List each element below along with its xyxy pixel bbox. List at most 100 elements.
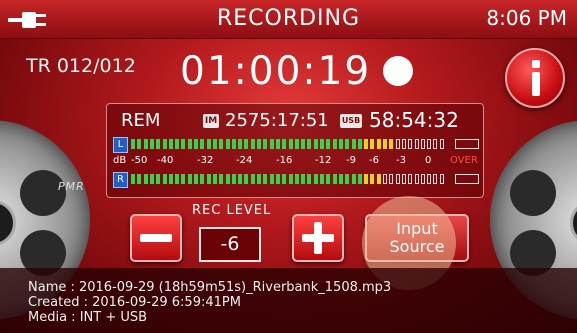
- info-icon: [532, 60, 540, 68]
- rec-level-label: REC LEVEL: [192, 203, 272, 218]
- meter-segment: [288, 174, 293, 184]
- meter-segment: [364, 174, 369, 184]
- rec-level-increase-button[interactable]: [292, 214, 344, 262]
- meter-segment: [181, 139, 186, 149]
- clock: 8:06 PM: [486, 6, 567, 30]
- right-level-meter: [131, 174, 451, 184]
- meter-segment: [294, 174, 299, 184]
- meter-segment: [282, 139, 287, 149]
- meter-segment: [332, 139, 337, 149]
- meter-segment: [389, 174, 394, 184]
- meter-segment: [414, 139, 419, 149]
- meter-segment: [282, 174, 287, 184]
- left-level-meter: [131, 139, 451, 149]
- meter-segment: [414, 174, 419, 184]
- meter-segment: [143, 174, 148, 184]
- meter-segment: [345, 139, 350, 149]
- meter-segment: [194, 139, 198, 149]
- meter-segment: [206, 174, 211, 184]
- meter-segment: [168, 139, 173, 149]
- meter-segment: [420, 139, 425, 149]
- meter-segment: [212, 174, 217, 184]
- meter-segment: [301, 139, 306, 149]
- meter-segment: [244, 174, 249, 184]
- meter-segment: [168, 174, 173, 184]
- meter-scale-label: 0: [425, 155, 432, 166]
- reel-hub: [570, 200, 577, 246]
- meter-segment: [395, 174, 400, 184]
- internal-remaining-time: 2575:17:51: [225, 110, 329, 131]
- internal-memory-icon: IM: [203, 114, 219, 128]
- elapsed-timer: 01:00:19: [180, 49, 372, 94]
- meter-segment: [200, 174, 205, 184]
- meter-scale-label: dB: [113, 155, 127, 166]
- meter-scale-label: -32: [197, 155, 214, 166]
- meter-segment: [149, 174, 154, 184]
- meter-segment: [427, 174, 432, 184]
- meter-segment: [137, 174, 142, 184]
- rec-level-decrease-button[interactable]: [130, 214, 182, 262]
- meter-segment: [389, 139, 394, 149]
- left-channel-tag: L: [113, 137, 128, 153]
- right-channel-tag: R: [113, 172, 128, 188]
- meter-segment: [320, 174, 324, 184]
- rec-level-value: -6: [199, 227, 261, 262]
- meter-segment: [231, 139, 236, 149]
- meter-scale-label: OVER: [450, 155, 478, 166]
- reel-hole: [510, 170, 556, 216]
- meter-segment: [307, 174, 312, 184]
- meter-segment: [225, 139, 230, 149]
- meter-segment: [376, 174, 381, 184]
- meter-segment: [307, 139, 312, 149]
- meter-segment: [376, 139, 381, 149]
- meter-segment: [408, 174, 413, 184]
- meter-segment: [420, 174, 425, 184]
- meter-segment: [219, 174, 224, 184]
- meter-segment: [345, 174, 350, 184]
- meter-segment: [238, 139, 243, 149]
- usb-remaining-time: 58:54:32: [369, 108, 459, 132]
- plus-icon-vertical: [314, 222, 322, 254]
- meter-scale: dB -50 -40 -32 -24 -16 -12 -9 -6 -3 0 OVER: [113, 155, 478, 169]
- input-source-button[interactable]: Input Source: [362, 196, 469, 290]
- meter-segment: [332, 174, 337, 184]
- minus-icon: [140, 234, 172, 242]
- meter-segment: [238, 174, 243, 184]
- meter-segment: [313, 139, 318, 149]
- usb-icon: USB: [340, 114, 362, 128]
- meter-segment: [206, 139, 211, 149]
- meter-segment: [439, 174, 444, 184]
- meter-segment: [257, 174, 261, 184]
- meter-segment: [225, 174, 230, 184]
- reel-hole: [20, 170, 66, 216]
- meter-scale-label: -24: [236, 155, 253, 166]
- meter-segment: [408, 139, 413, 149]
- meter-segment: [313, 174, 318, 184]
- reel-hub: [0, 200, 16, 246]
- info-button[interactable]: [505, 48, 565, 108]
- meter-segment: [187, 174, 192, 184]
- meter-segment: [294, 139, 299, 149]
- meter-segment: [357, 174, 362, 184]
- recorder-screen: PMR RECORDING 8:06 PM TR 012/012 01:00:1…: [0, 0, 577, 333]
- meter-segment: [194, 174, 198, 184]
- meter-segment: [433, 139, 438, 149]
- meter-scale-label: -16: [276, 155, 293, 166]
- meter-segment: [320, 139, 324, 149]
- meter-segment: [162, 139, 167, 149]
- record-dot-icon: [383, 56, 413, 86]
- meter-segment: [175, 174, 180, 184]
- meter-segment: [383, 139, 387, 149]
- file-name: Name : 2016-09-29 (18h59m51s)_Riverbank_…: [28, 280, 392, 295]
- meter-segment: [250, 174, 255, 184]
- meter-segment: [439, 139, 444, 149]
- meter-segment: [131, 139, 135, 149]
- meter-scale-label: -6: [369, 155, 379, 166]
- meter-segment: [383, 174, 387, 184]
- meter-segment: [269, 139, 274, 149]
- meter-segment: [250, 139, 255, 149]
- right-peak-indicator: [455, 174, 479, 184]
- meter-scale-label: -9: [346, 155, 356, 166]
- meter-segment: [149, 139, 154, 149]
- meter-segment: [181, 174, 186, 184]
